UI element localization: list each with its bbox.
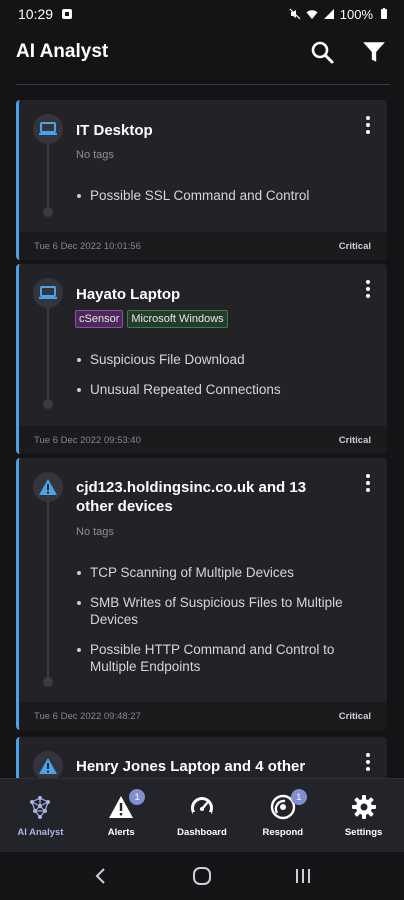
- device-name-line: cjd123.holdingsinc.co.uk and 13: [76, 479, 307, 496]
- severity-label: Critical: [338, 240, 371, 252]
- laptop-icon: [39, 122, 57, 135]
- more-icon: [366, 474, 370, 478]
- recents-button[interactable]: [288, 861, 318, 891]
- signal-icon: [323, 9, 334, 19]
- respond-badge: 1: [290, 789, 307, 805]
- more-options-button[interactable]: [359, 278, 377, 300]
- more-options-button[interactable]: [359, 751, 377, 773]
- more-icon: [366, 280, 370, 284]
- laptop-icon: [39, 286, 57, 299]
- nav-ai-analyst[interactable]: AI Analyst: [0, 779, 81, 852]
- card-timestamp: Tue 6 Dec 2022 09:48:27: [34, 710, 141, 722]
- more-options-button[interactable]: [359, 114, 377, 136]
- device-name[interactable]: Henry Jones Laptop and 4 other: [76, 757, 305, 776]
- card-footer: Tue 6 Dec 2022 09:53:40 Critical: [19, 426, 387, 454]
- timeline: [47, 308, 49, 400]
- nav-settings[interactable]: Settings: [323, 779, 404, 852]
- card-footer: Tue 6 Dec 2022 09:48:27 Critical: [19, 702, 387, 730]
- alert-list: Suspicious File Download Unusual Repeate…: [76, 351, 357, 411]
- search-button[interactable]: [308, 38, 336, 66]
- alert-list: TCP Scanning of Multiple Devices SMB Wri…: [76, 564, 357, 688]
- back-icon: [95, 868, 105, 884]
- alert-item[interactable]: TCP Scanning of Multiple Devices: [76, 564, 357, 581]
- wifi-icon: [306, 10, 318, 19]
- incident-card[interactable]: Hayato Laptop cSensor Microsoft Windows …: [16, 264, 387, 454]
- filter-button[interactable]: [360, 38, 388, 66]
- app-header: AI Analyst: [0, 28, 404, 76]
- incident-card[interactable]: cjd123.holdingsinc.co.uk and 13 other de…: [16, 458, 387, 730]
- card-timestamp: Tue 6 Dec 2022 09:53:40: [34, 434, 141, 446]
- alert-item[interactable]: Suspicious File Download: [76, 351, 357, 368]
- tag-microsoft-windows[interactable]: Microsoft Windows: [127, 310, 228, 328]
- page-title: AI Analyst: [16, 41, 109, 62]
- gauge-icon: [190, 797, 213, 820]
- incident-card[interactable]: IT Desktop No tags Possible SSL Command …: [16, 100, 387, 260]
- device-node: [33, 278, 63, 308]
- device-node: [33, 114, 63, 144]
- device-node: [33, 751, 63, 778]
- warning-icon: [39, 479, 57, 495]
- more-options-button[interactable]: [359, 472, 377, 494]
- severity-label: Critical: [338, 434, 371, 446]
- incident-card[interactable]: Henry Jones Laptop and 4 other: [16, 737, 387, 778]
- no-tags-label: No tags: [76, 526, 114, 538]
- warning-icon: [39, 758, 57, 774]
- back-button[interactable]: [86, 861, 116, 891]
- device-name[interactable]: cjd123.holdingsinc.co.uk and 13 other de…: [76, 478, 306, 516]
- device-name-line: other devices: [76, 498, 173, 515]
- bottom-navigation: AI Analyst 1 Alerts Dashboard 1 Respond: [0, 778, 404, 852]
- alert-item[interactable]: Possible HTTP Command and Control to Mul…: [76, 641, 357, 675]
- header-divider: [16, 84, 390, 85]
- status-time: 10:29: [18, 6, 54, 22]
- timeline: [47, 502, 49, 678]
- nav-label: Respond: [262, 827, 304, 838]
- severity-label: Critical: [338, 710, 371, 722]
- device-name[interactable]: IT Desktop: [76, 121, 153, 140]
- card-timestamp: Tue 6 Dec 2022 10:01:56: [34, 240, 141, 252]
- card-footer: Tue 6 Dec 2022 10:01:56 Critical: [19, 232, 387, 260]
- nav-label: Settings: [344, 827, 383, 838]
- more-icon: [366, 116, 370, 120]
- tag-csensor[interactable]: cSensor: [75, 310, 124, 328]
- recents-icon: [296, 869, 311, 883]
- filter-icon: [363, 42, 385, 62]
- network-icon: [30, 796, 51, 819]
- mute-icon: [289, 8, 301, 20]
- timeline-dot: [43, 207, 53, 217]
- alert-item[interactable]: SMB Writes of Suspicious Files to Multip…: [76, 594, 357, 628]
- notification-icon: [62, 9, 73, 19]
- nav-label: Dashboard: [177, 827, 227, 838]
- alert-item[interactable]: Possible SSL Command and Control: [76, 187, 357, 204]
- alerts-badge: 1: [129, 789, 146, 805]
- more-icon: [366, 753, 370, 757]
- nav-label: AI Analyst: [17, 827, 64, 838]
- no-tags-label: No tags: [76, 149, 114, 161]
- device-node: [33, 472, 63, 502]
- incident-feed[interactable]: IT Desktop No tags Possible SSL Command …: [0, 100, 404, 778]
- nav-label: Alerts: [107, 827, 135, 838]
- system-navigation-bar: [0, 852, 404, 900]
- search-icon: [311, 41, 334, 64]
- nav-respond[interactable]: 1 Respond: [242, 779, 323, 852]
- tag-list: cSensor Microsoft Windows: [75, 310, 228, 328]
- home-button[interactable]: [187, 861, 217, 891]
- timeline-dot: [43, 399, 53, 409]
- status-bar: 10:29 100%: [0, 0, 404, 28]
- battery-icon: [381, 8, 387, 19]
- nav-alerts[interactable]: 1 Alerts: [81, 779, 162, 852]
- nav-dashboard[interactable]: Dashboard: [162, 779, 243, 852]
- battery-percent: 100%: [339, 6, 373, 22]
- alert-list: Possible SSL Command and Control: [76, 187, 357, 217]
- timeline-dot: [43, 677, 53, 687]
- gear-icon: [351, 795, 376, 819]
- home-icon: [192, 867, 211, 885]
- alert-item[interactable]: Unusual Repeated Connections: [76, 381, 357, 398]
- device-name[interactable]: Hayato Laptop: [76, 285, 180, 304]
- timeline: [47, 144, 49, 208]
